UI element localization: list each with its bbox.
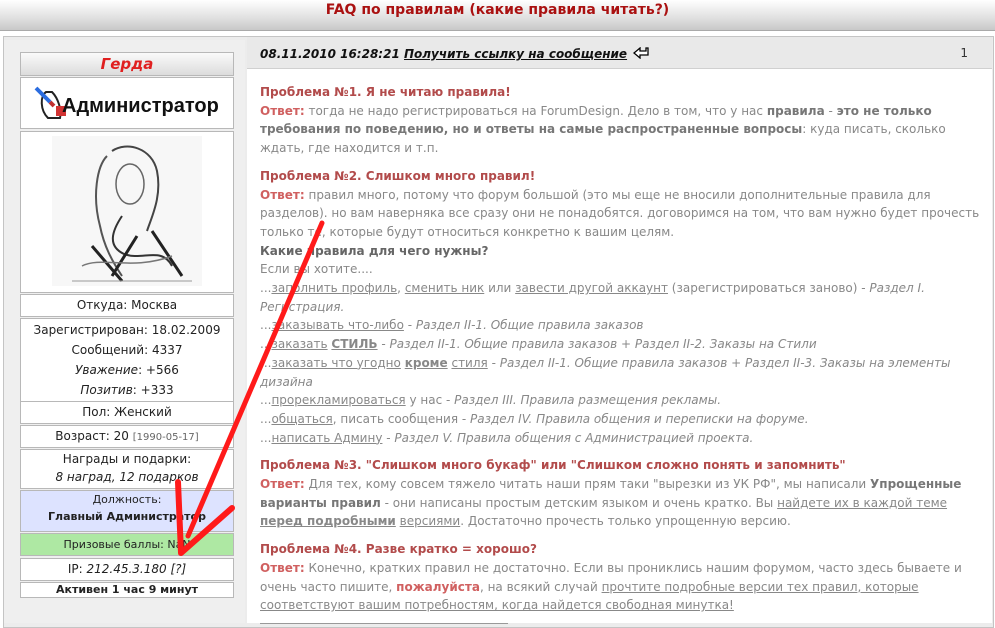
fill-profile-link[interactable]: заполнить профиль [271,281,397,295]
new-account-link[interactable]: завести другой аккаунт [515,281,668,295]
age-value: Возраст: 20 [55,429,129,443]
positive-value: : +333 [132,383,174,397]
change-nick-link[interactable]: сменить ник [405,281,484,295]
post-header: 08.11.2010 16:28:21 Получить ссылку на с… [247,37,992,69]
positive-label: Позитив [80,383,133,397]
problem-1-answer: Ответ: тогда не надо регистрироваться на… [260,103,946,156]
post-title: Должность: [92,493,162,506]
post-body: Проблема №1. Я не читаю правила! Ответ: … [260,83,980,624]
rank-label: Администратор [62,95,219,117]
write-admin-link[interactable]: написать Админу [271,431,382,445]
user-sex: Пол: Женский [20,401,234,424]
respect-label: Уважение [75,363,139,377]
problem-1-title: Проблема №1. Я не читаю правила! [260,85,511,99]
order-other-link[interactable]: заказать что угодно [271,356,400,370]
avatar[interactable] [20,131,234,293]
rank-image: Администратор [20,77,234,129]
problem-4-title: Проблема №4. Разве кратко = хорошо? [260,542,537,557]
rules-line-6: ...общаться, писать сообщения - Раздел I… [260,411,809,426]
message-count: Сообщений: 4337 [71,343,183,357]
avatar-sketch-icon [52,136,202,286]
prize-points: Призовые баллы: NaN [20,533,234,556]
topic-title: FAQ по правилам (какие правила читать?) [325,2,670,18]
rules-line-3: ...заказать СТИЛЬ - Раздел II-1. Общие п… [260,337,817,352]
problem-3-title: Проблема №3. "Слишком много букаф" или "… [260,458,846,473]
rules-line-4: ...заказать что угодно кроме стиля - Раз… [260,355,951,389]
username[interactable]: Герда [20,52,234,76]
signature-separator [260,622,508,624]
age-date: [1990-05-17] [132,432,199,443]
user-age: Возраст: 20 [1990-05-17] [20,425,234,448]
problem-2-title: Проблема №2. Слишком много правил! [260,168,536,183]
rules-intro: Если вы хотите.... [260,262,373,277]
user-location: Откуда: Москва [20,294,234,317]
order-anything-link[interactable]: заказывать что-либо [271,318,403,332]
user-stats: Зарегистрирован: 18.02.2009 Сообщений: 4… [20,318,234,404]
awards-value[interactable]: 8 наград, 12 подарков [21,468,233,486]
post-permalink[interactable]: Получить ссылку на сообщение [404,47,627,61]
post-meta: 08.11.2010 16:28:21 Получить ссылку на с… [260,46,649,61]
respect-value: : +566 [138,363,179,377]
topic-header: FAQ по правилам (какие правила читать?) [0,0,995,31]
ip-value[interactable]: 212.45.3.180 [?] [86,562,186,576]
rules-line-1: ...заполнить профиль, сменить ник или за… [260,281,925,314]
post-date: 08.11.2010 16:28:21 [260,47,400,61]
user-post: Должность: Главный Администратор [20,490,234,532]
post-content: 08.11.2010 16:28:21 Получить ссылку на с… [247,37,992,624]
user-ip: IP: 212.45.3.180 [?] [20,558,234,581]
awards-title: Награды и подарки: [62,452,192,466]
rules-subtitle: Какие правила для чего нужны? [260,243,489,258]
pen-icon: Администратор [34,86,219,119]
user-awards: Награды и подарки: 8 наград, 12 подарков [20,449,234,489]
rules-line-7: ...написать Админу - Раздел V. Правила о… [260,430,754,445]
rules-line-5: ...прорекламироваться у нас - Раздел III… [260,393,722,408]
user-sidebar: Герда Администратор Откуда: Москва Зарег… [4,40,245,623]
post-number[interactable]: 1 [960,46,968,60]
problem-3-answer: Ответ: Для тех, кому совсем тяжело читат… [260,477,962,529]
ip-label: IP: [67,562,87,576]
communicate-link[interactable]: общаться [271,412,332,426]
reply-arrow-icon[interactable] [633,46,649,60]
rules-line-2: ...заказывать что-либо - Раздел II-1. Об… [260,318,644,333]
registered-date: Зарегистрирован: 18.02.2009 [33,323,221,337]
post-value: Главный Администратор [48,510,206,523]
problem-2-answer: Ответ: правил много, потому что форум бо… [260,187,980,239]
user-active-time: Активен 1 час 9 минут [20,582,234,598]
positive-row: Позитив: +333 [21,380,233,400]
respect-row: Уважение: +566 [21,360,233,380]
problem-4-answer: Ответ: Конечно, кратких правил не достат… [260,560,962,613]
advertise-link[interactable]: прорекламироваться [271,393,405,407]
order-style-link[interactable]: заказать [271,337,327,351]
simple-rules-link[interactable]: найдете их в каждой теме [777,496,947,510]
